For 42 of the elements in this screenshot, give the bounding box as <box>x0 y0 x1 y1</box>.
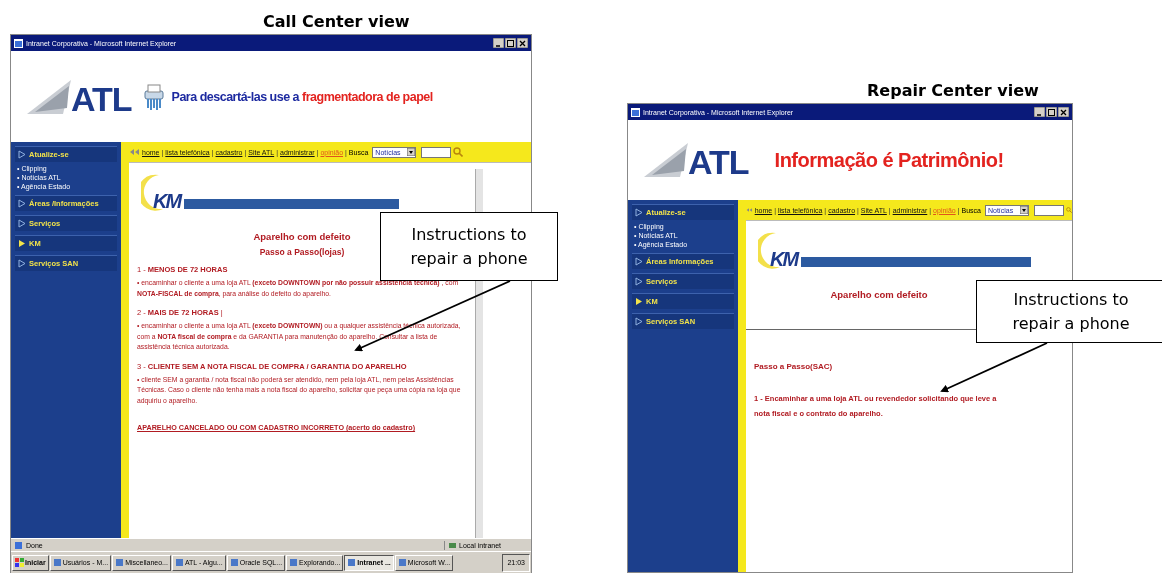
back-forward-icon <box>746 206 753 214</box>
app-icon <box>115 558 125 567</box>
browser-icon <box>14 38 23 48</box>
close-icon[interactable] <box>1058 107 1069 117</box>
app-icon <box>347 558 357 567</box>
logo-text: ATL <box>71 81 132 116</box>
app-icon <box>174 558 184 567</box>
search-field[interactable] <box>421 146 452 158</box>
section-heading: Passo a Passo(SAC) <box>754 362 834 371</box>
app-icon <box>52 558 62 567</box>
app-icon <box>289 558 299 567</box>
page-subtitle: Passo a Passo(lojas) <box>259 247 345 257</box>
dropdown-arrow-icon <box>1019 206 1028 214</box>
browser-icon <box>631 107 640 117</box>
app-icon <box>397 558 407 567</box>
shredder-icon <box>141 82 166 111</box>
minimize-icon[interactable] <box>493 38 504 48</box>
maximize-icon[interactable] <box>1046 107 1057 117</box>
search-icon[interactable] <box>453 147 464 157</box>
maximize-icon[interactable] <box>505 38 516 48</box>
back-forward-icon <box>129 148 140 156</box>
minimize-icon[interactable] <box>1034 107 1045 117</box>
close-icon[interactable] <box>517 38 528 48</box>
app-icon <box>229 558 239 567</box>
network-icon <box>448 540 457 550</box>
banner-text: Informação é Patrimônio! <box>774 148 1004 172</box>
view-caption: Call Center view <box>262 11 411 33</box>
logo-text: ATL <box>688 145 749 179</box>
km-logo-text: KM <box>153 191 181 211</box>
page-title: Aparelho com defeito <box>830 289 928 300</box>
page-title: Aparelho com defeito <box>253 231 351 242</box>
dropdown-arrow-icon <box>407 148 416 156</box>
page-icon <box>14 540 23 550</box>
windows-logo-icon <box>15 558 24 567</box>
swoosh-icon <box>27 77 71 116</box>
annotation-tooltip: Instructions to repair a phone <box>976 280 1162 343</box>
banner-text: Para descartá-las use a fragmentadora de papel <box>171 89 433 104</box>
annotation-tooltip: Instructions to repair a phone <box>380 212 558 281</box>
swoosh-icon <box>644 141 688 179</box>
km-logo-text: KM <box>770 249 798 269</box>
view-caption: Repair Center view <box>866 80 1040 102</box>
search-field[interactable] <box>1033 204 1064 216</box>
